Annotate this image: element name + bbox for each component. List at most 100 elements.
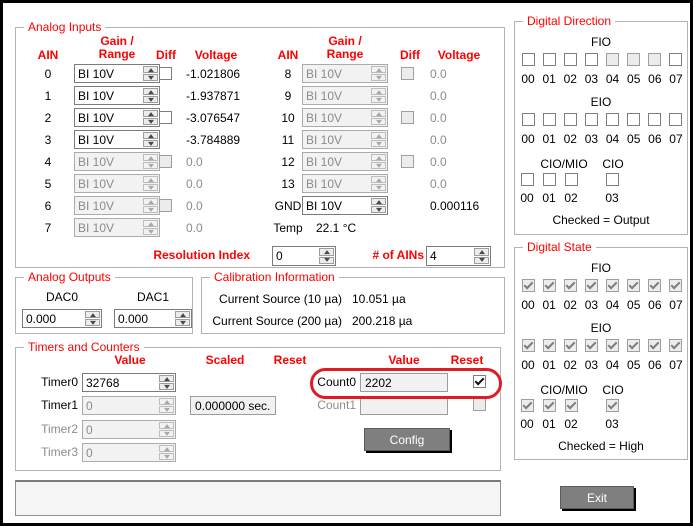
fio-checkbox[interactable] [669, 53, 682, 66]
gain-range-spinner[interactable]: BI 10V [74, 108, 160, 127]
fio-direction-checkboxes [518, 53, 686, 67]
spinner-arrows-icon [142, 197, 159, 214]
gain-range-value: BI 10V [75, 153, 142, 170]
timer0-value-spinner[interactable]: 32768 [82, 373, 176, 392]
fio-checkbox[interactable] [543, 53, 556, 66]
spinner-arrows-icon[interactable] [142, 131, 159, 148]
spinner-arrows-icon[interactable] [142, 65, 159, 82]
calibration-group: Calibration Information Current Source (… [201, 277, 505, 334]
count0-value-field[interactable]: 2202 [360, 373, 448, 392]
bit-label: 07 [669, 358, 682, 372]
cio-checkbox[interactable] [606, 173, 619, 186]
diff-checkbox[interactable] [159, 111, 172, 124]
eio-state-checkboxes [518, 339, 686, 353]
spinner-arrows-icon[interactable] [84, 310, 101, 327]
exit-button[interactable]: Exit [560, 486, 634, 509]
gain-range-spinner: BI 10V [74, 152, 160, 171]
spinner-arrows-icon[interactable] [174, 310, 191, 327]
count0-reset-checkbox[interactable] [473, 375, 486, 388]
bit-label: 05 [627, 72, 640, 86]
spinner-arrows-icon[interactable] [473, 247, 490, 265]
eio-checkbox[interactable] [585, 113, 598, 126]
gain-header-line1: Gain / [328, 34, 361, 48]
calibration-title: Calibration Information [210, 270, 339, 284]
voltage-header-right: Voltage [422, 49, 496, 62]
status-box [15, 480, 501, 516]
eio-checkbox[interactable] [564, 113, 577, 126]
eio-checkbox[interactable] [543, 113, 556, 126]
dac0-value: 0.000 [23, 310, 84, 327]
spinner-arrows-icon [158, 397, 175, 414]
spinner-arrows-icon [142, 219, 159, 236]
config-button[interactable]: Config [364, 428, 450, 451]
fio-checkbox[interactable] [585, 53, 598, 66]
ain-row: 2 BI 10V -3.076547 10 BI 10V 0.0 [16, 108, 504, 128]
spinner-arrows-icon[interactable] [142, 87, 159, 104]
voltage-value: 0.0 [430, 111, 447, 125]
analog-outputs-title: Analog Outputs [24, 270, 115, 284]
eio-checkbox[interactable] [648, 113, 661, 126]
gain-range-spinner[interactable]: BI 10V [74, 86, 160, 105]
bit-label: 03 [585, 358, 598, 372]
num-ains-label: # of AINs [346, 249, 424, 262]
bit-label: 05 [627, 298, 640, 312]
bit-label: 06 [648, 298, 661, 312]
voltage-value: 0.0 [430, 155, 447, 169]
fio-checkbox[interactable] [522, 53, 535, 66]
spinner-arrows-icon[interactable] [318, 247, 335, 265]
spinner-arrows-icon[interactable] [142, 109, 159, 126]
fio-checkbox[interactable] [564, 53, 577, 66]
resolution-index-label: Resolution Index [72, 249, 250, 262]
dac0-spinner[interactable]: 0.000 [22, 309, 102, 328]
gain-range-spinner[interactable]: BI 10V [302, 196, 388, 215]
gain-range-value: BI 10V [303, 65, 370, 82]
gain-range-spinner[interactable]: BI 10V [74, 64, 160, 83]
eio-checkbox[interactable] [627, 113, 640, 126]
cio-mio-checkbox[interactable] [565, 173, 578, 186]
timer0-value: 32768 [83, 374, 158, 391]
cio-mio-checkbox[interactable] [521, 173, 534, 186]
eio-label: EIO [515, 321, 687, 335]
count1-reset-checkbox [473, 398, 486, 411]
bit-label: 03 [585, 72, 598, 86]
bit-label: 02 [564, 72, 577, 86]
count1-value-field [360, 396, 448, 415]
num-ains-spinner[interactable]: 4 [426, 246, 491, 266]
bit-label: 02 [561, 191, 581, 205]
eio-bit-labels: 00 01 02 03 04 05 06 07 [518, 132, 686, 146]
timer-reset-header: Reset [250, 354, 330, 367]
dac1-spinner[interactable]: 0.000 [114, 309, 192, 328]
eio-checkbox[interactable] [669, 113, 682, 126]
gain-range-spinner[interactable]: BI 10V [74, 130, 160, 149]
ain-header-left: AIN [30, 49, 66, 62]
gain-range-value: BI 10V [303, 87, 370, 104]
current-source-200-value: 200.218 µa [352, 314, 412, 328]
cio-mio-checkbox[interactable] [543, 173, 556, 186]
current-source-10-label: Current Source (10 µa) [210, 292, 342, 306]
bit-label: 02 [564, 358, 577, 372]
bit-label: 07 [669, 132, 682, 146]
spinner-arrows-icon[interactable] [158, 374, 175, 391]
counter-reset-header: Reset [427, 354, 507, 367]
spinner-arrows-icon [158, 421, 175, 438]
bit-label: 06 [648, 72, 661, 86]
timer3-label: Timer3 [26, 445, 78, 459]
timer3-value: 0 [83, 444, 158, 461]
resolution-index-spinner[interactable]: 0 [272, 246, 336, 266]
gain-header-line2: Range [327, 47, 364, 61]
voltage-value: -3.784889 [186, 133, 240, 147]
ain-number: 0 [30, 67, 66, 81]
eio-checkbox[interactable] [606, 113, 619, 126]
bit-label: 02 [564, 132, 577, 146]
fio-state-checkbox [606, 279, 619, 292]
diff-checkbox[interactable] [159, 67, 172, 80]
eio-checkbox[interactable] [522, 113, 535, 126]
fio-bit-labels: 00 01 02 03 04 05 06 07 [518, 298, 686, 312]
fio-state-checkbox [543, 279, 556, 292]
fio-state-checkbox [627, 279, 640, 292]
bit-label: 01 [542, 358, 555, 372]
diff-checkbox [401, 111, 414, 124]
spinner-arrows-icon[interactable] [370, 197, 387, 214]
digital-state-group: Digital State FIO 00 01 02 03 04 05 06 0… [514, 247, 688, 460]
timers-counters-group: Timers and Counters Value Scaled Reset V… [15, 347, 501, 471]
